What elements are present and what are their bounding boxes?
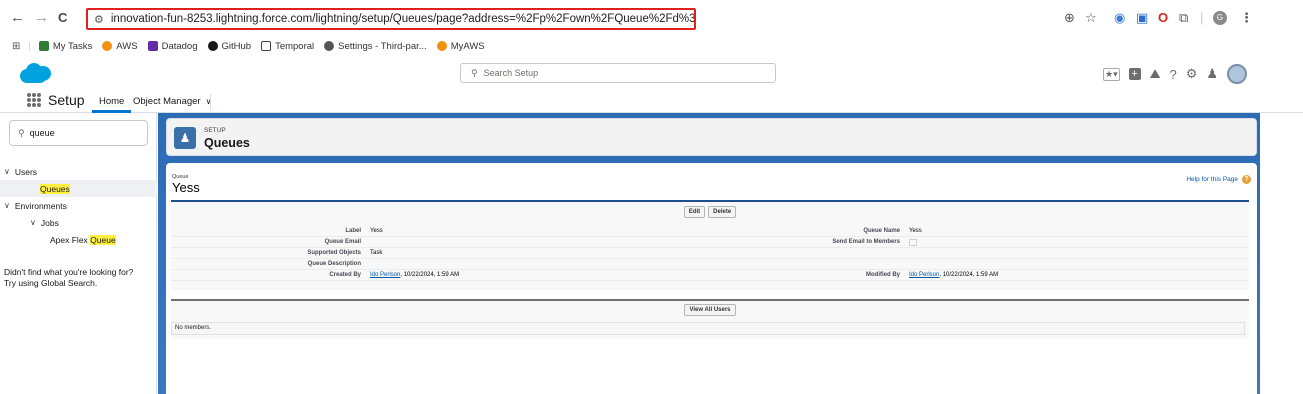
tree-item-queues[interactable]: Queues (0, 180, 157, 197)
help-icon[interactable]: ? (1170, 67, 1177, 82)
gear-icon[interactable]: ⚙ (1186, 66, 1198, 82)
main-content: ♟ SETUP Queues Queue Yess Help for this … (158, 113, 1260, 394)
setup-tree: ∨ Users Queues ∨ Environments ∨ Jobs Ape… (0, 163, 157, 248)
queue-detail-frame: Queue Yess Help for this Page ? Edit Del… (166, 163, 1257, 394)
browser-toolbar: ← → C ⚙ innovation-fun-8253.lightning.fo… (0, 0, 1303, 36)
datadog-icon (147, 41, 158, 51)
favorites-icon[interactable]: ★▾ (1103, 67, 1120, 81)
tree-item-users[interactable]: ∨ Users (0, 163, 157, 180)
zoom-icon[interactable]: ⊕ (1064, 10, 1075, 26)
tasks-icon (38, 41, 49, 51)
apps-icon[interactable]: ⊞ (12, 41, 20, 52)
folder-icon (261, 41, 272, 51)
star-icon[interactable]: ☆ (1085, 10, 1097, 26)
bookmark-github[interactable]: GitHub (207, 41, 251, 52)
queue-name-value: Yess (909, 228, 922, 234)
bookmarks-bar: ⊞ | My Tasks AWS Datadog GitHub Temporal… (12, 40, 485, 52)
site-settings-icon[interactable]: ⚙ (94, 13, 104, 26)
trailhead-icon[interactable]: ⛰ (1150, 66, 1161, 82)
queue-members-section: View All Users No members. (171, 299, 1249, 339)
setup-sidebar: ⚲ queue ∨ Users Queues ∨ Environments ∨ … (0, 113, 157, 394)
label-value: Yess (370, 228, 383, 234)
bookmark-my-tasks[interactable]: My Tasks (38, 41, 92, 52)
record-title: Yess (172, 180, 200, 195)
forward-icon[interactable]: → (34, 9, 49, 27)
tree-item-apex-flex-queue[interactable]: Apex Flex Queue (0, 231, 157, 248)
extension-icon[interactable]: ◉ (1114, 10, 1125, 26)
app-name: Setup (48, 92, 85, 108)
detail-row: Label Yess Queue Name Yess (171, 226, 1249, 237)
profile-icon[interactable]: G (1213, 11, 1227, 25)
help-icon: ? (1242, 175, 1251, 184)
send-email-checkbox (909, 239, 917, 246)
quick-find-input[interactable]: ⚲ queue (9, 120, 148, 146)
edit-button[interactable]: Edit (683, 206, 706, 218)
search-setup-input[interactable]: ⚲ Search Setup (460, 63, 776, 83)
tree-item-environments[interactable]: ∨ Environments (0, 197, 157, 214)
add-icon[interactable]: + (1128, 68, 1141, 80)
menu-icon[interactable]: ⋮ (1240, 10, 1253, 26)
github-icon (207, 41, 218, 51)
gear-icon (324, 41, 335, 51)
extension-icon[interactable]: ▣ (1136, 10, 1148, 26)
delete-button[interactable]: Delete (708, 206, 737, 218)
avatar[interactable] (1227, 64, 1248, 84)
reload-icon[interactable]: C (58, 9, 67, 27)
bookmark-aws[interactable]: AWS (102, 41, 138, 52)
search-icon: ⚲ (471, 67, 478, 78)
members-empty-message: No members. (171, 322, 1245, 335)
bookmark-settings[interactable]: Settings - Third-par... (324, 41, 427, 52)
url-text: innovation-fun-8253.lightning.force.com/… (110, 13, 696, 25)
view-all-users-button[interactable]: View All Users (684, 304, 736, 316)
aws-icon (436, 41, 447, 51)
puzzle-icon[interactable]: ⧉ (1179, 10, 1188, 26)
page-header: ♟ SETUP Queues (166, 118, 1257, 156)
tree-item-jobs[interactable]: ∨ Jobs (0, 214, 157, 231)
bookmark-myaws[interactable]: MyAWS (436, 41, 485, 52)
address-bar[interactable]: ⚙ innovation-fun-8253.lightning.force.co… (86, 8, 696, 30)
opera-icon[interactable]: O (1158, 10, 1168, 26)
bookmark-datadog[interactable]: Datadog (147, 41, 198, 52)
tab-object-manager[interactable]: Object Manager ∨ (133, 91, 211, 113)
bookmark-temporal[interactable]: Temporal (261, 41, 314, 52)
tab-home[interactable]: Home (92, 91, 132, 113)
detail-row: Queue Description (171, 259, 1249, 270)
salesforce-logo-icon[interactable] (18, 62, 52, 84)
setup-nav-bar: Setup Home Object Manager ∨ (0, 90, 1303, 113)
chevron-down-icon[interactable]: ∨ (4, 201, 10, 210)
chevron-down-icon[interactable]: ∨ (4, 167, 10, 176)
queue-icon: ♟ (174, 127, 196, 149)
supported-objects-value: Task (370, 250, 383, 256)
modified-by-link[interactable]: Ido Perlson (909, 272, 939, 278)
global-header: ⚲ Search Setup ★▾ + ⛰ ? ⚙ ♟ (0, 56, 1303, 90)
chevron-down-icon[interactable]: ∨ (30, 218, 36, 227)
aws-icon (102, 41, 113, 51)
not-found-hint: Didn't find what you're looking for? Try… (4, 267, 134, 288)
created-by-link[interactable]: Ido Perlson (370, 272, 400, 278)
page-title: Queues (204, 136, 250, 150)
notifications-icon[interactable]: ♟ (1206, 66, 1218, 82)
back-icon[interactable]: ← (10, 9, 25, 27)
help-link[interactable]: Help for this Page ? (1186, 175, 1251, 184)
queue-detail-section: Edit Delete Label Yess Queue Name Yess Q… (171, 200, 1249, 290)
detail-row: Queue Email Send Email to Members (171, 237, 1249, 248)
search-icon: ⚲ (18, 127, 25, 138)
app-launcher-icon[interactable] (27, 93, 41, 107)
detail-row: Created By Ido Perlson, 10/22/2024, 1:59… (171, 270, 1249, 281)
page-eyebrow: SETUP (204, 127, 226, 134)
detail-row: Supported Objects Task (171, 248, 1249, 259)
